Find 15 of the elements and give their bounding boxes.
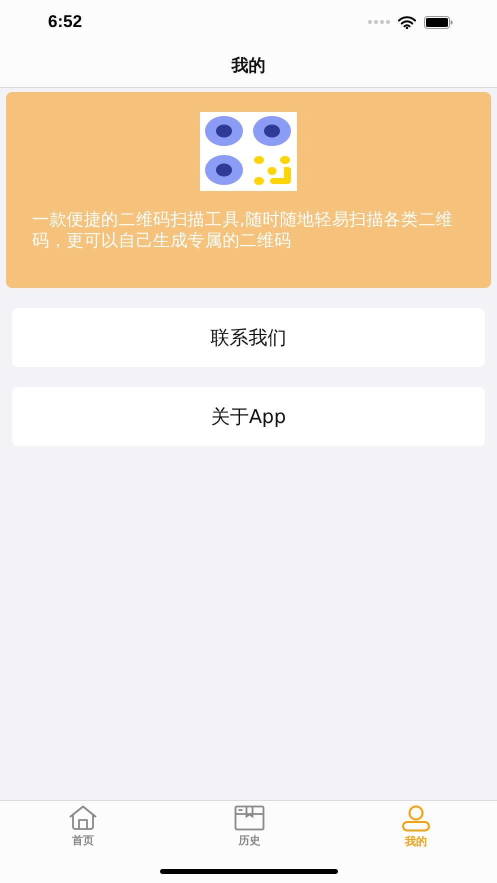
menu-button[interactable]: 联系我们 [12, 308, 485, 367]
cellular-signal-icon [368, 20, 390, 24]
box-icon [234, 805, 265, 831]
person-icon [401, 805, 431, 832]
house-icon [68, 805, 98, 831]
tab-button[interactable]: 我的 [391, 805, 441, 849]
tab-button[interactable]: 历史 [224, 805, 274, 849]
tab-button[interactable]: 首页 [58, 805, 108, 849]
app-logo-icon [200, 112, 297, 191]
status-time: 6:52 [48, 12, 82, 32]
menu-button[interactable]: 关于App [12, 387, 485, 446]
app-description: 一款便捷的二维码扫描工具,随时随地轻易扫描各类二维码，更可以自己生成专属的二维码 [31, 210, 454, 252]
battery-icon [424, 16, 453, 28]
wifi-icon [398, 16, 416, 28]
page-title: 我的 [232, 55, 266, 77]
